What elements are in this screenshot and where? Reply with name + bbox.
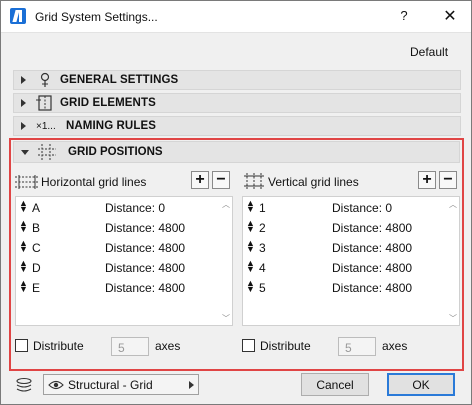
add-horizontal-line-button[interactable]: + [191, 171, 209, 189]
scroll-up-arrow-icon[interactable]: ︿ [221, 199, 231, 209]
horizontal-grid-lines-column: Horizontal grid lines + − ▲ ▼ A Distance:… [15, 170, 233, 357]
distribute-label: Distribute [260, 339, 311, 353]
grid-line-name: 4 [259, 261, 266, 275]
vertical-grid-lines-title: Vertical grid lines [268, 175, 359, 189]
list-item[interactable]: ▲ ▼ 5 Distance: 4800 [243, 277, 447, 297]
list-item[interactable]: ▲ ▼ 1 Distance: 0 [243, 197, 447, 217]
section-naming-rules[interactable]: ×1... NAMING RULES [13, 116, 461, 136]
grid-line-distance[interactable]: Distance: 4800 [105, 281, 185, 295]
reorder-handle-icon[interactable]: ▲ ▼ [246, 279, 255, 294]
scroll-down-arrow-icon[interactable]: ﹀ [221, 313, 231, 323]
distribute-label: Distribute [33, 339, 84, 353]
horizontal-grid-lines-list[interactable]: ▲ ▼ A Distance: 0 ▲ ▼ B Distance: 4800 ▲ ▼ … [15, 196, 233, 326]
grid-line-name: 5 [259, 281, 266, 295]
chevron-down-icon[interactable] [21, 150, 29, 155]
vertical-grid-icon [244, 173, 264, 189]
axes-count-field[interactable]: 5 [338, 337, 376, 356]
section-grid-elements[interactable]: GRID ELEMENTS [13, 93, 461, 113]
axes-count-field[interactable]: 5 [111, 337, 149, 356]
title-bar: Grid System Settings... ? ✕ [1, 1, 471, 33]
grid-line-distance[interactable]: Distance: 0 [105, 201, 165, 215]
section-label: GRID POSITIONS [68, 146, 163, 158]
horizontal-grid-icon [15, 175, 39, 189]
reorder-handle-icon[interactable]: ▲ ▼ [19, 199, 28, 214]
location-pin-icon [40, 72, 50, 87]
grid-line-name: E [32, 281, 41, 295]
cancel-button[interactable]: Cancel [301, 373, 369, 396]
section-label: NAMING RULES [66, 120, 157, 132]
reorder-handle-icon[interactable]: ▲ ▼ [246, 219, 255, 234]
section-label: GENERAL SETTINGS [60, 74, 179, 86]
chevron-right-icon [189, 381, 194, 389]
list-item[interactable]: ▲ ▼ 2 Distance: 4800 [243, 217, 447, 237]
grid-line-name: 2 [259, 221, 266, 235]
grid-elements-icon [36, 95, 52, 111]
vertical-grid-lines-column: Vertical grid lines + − ▲ ▼ 1 Distance: 0… [242, 170, 460, 357]
grid-line-name: 3 [259, 241, 266, 255]
grid-line-distance[interactable]: Distance: 4800 [105, 241, 185, 255]
grid-line-distance[interactable]: Distance: 4800 [105, 221, 185, 235]
reorder-handle-icon[interactable]: ▲ ▼ [19, 219, 28, 234]
layer-dropdown[interactable]: Structural - Grid [43, 374, 199, 395]
list-item[interactable]: ▲ ▼ 4 Distance: 4800 [243, 257, 447, 277]
grid-line-name: C [32, 241, 41, 255]
list-item[interactable]: ▲ ▼ C Distance: 4800 [16, 237, 220, 257]
grid-line-name: 1 [259, 201, 266, 215]
axes-label: axes [382, 339, 408, 353]
section-grid-positions[interactable]: GRID POSITIONS [13, 141, 460, 163]
reorder-handle-icon[interactable]: ▲ ▼ [246, 259, 255, 274]
list-item[interactable]: ▲ ▼ E Distance: 4800 [16, 277, 220, 297]
axes-label: axes [155, 339, 181, 353]
ok-button[interactable]: OK [387, 373, 455, 396]
horizontal-grid-lines-title: Horizontal grid lines [41, 175, 147, 189]
reorder-handle-icon[interactable]: ▲ ▼ [19, 259, 28, 274]
vertical-grid-lines-list[interactable]: ▲ ▼ 1 Distance: 0 ▲ ▼ 2 Distance: 4800 ▲ ▼ … [242, 196, 460, 326]
grid-line-distance[interactable]: Distance: 4800 [332, 221, 412, 235]
grid-line-distance[interactable]: Distance: 4800 [332, 241, 412, 255]
grid-positions-icon [38, 144, 56, 160]
layers-icon[interactable] [15, 377, 33, 393]
dialog-title: Grid System Settings... [35, 10, 158, 24]
remove-vertical-line-button[interactable]: − [439, 171, 457, 189]
close-button[interactable]: ✕ [437, 6, 463, 28]
scroll-up-arrow-icon[interactable]: ︿ [448, 199, 458, 209]
eye-icon [48, 380, 64, 390]
default-favorites-label[interactable]: Default [410, 45, 448, 59]
archicad-app-icon [10, 8, 26, 24]
list-item[interactable]: ▲ ▼ A Distance: 0 [16, 197, 220, 217]
list-item[interactable]: ▲ ▼ 3 Distance: 4800 [243, 237, 447, 257]
grid-line-distance[interactable]: Distance: 4800 [332, 261, 412, 275]
grid-line-distance[interactable]: Distance: 4800 [105, 261, 185, 275]
horizontal-distribute-row: Distribute 5 axes [15, 337, 233, 357]
naming-rules-icon: ×1... [36, 121, 56, 132]
list-item[interactable]: ▲ ▼ B Distance: 4800 [16, 217, 220, 237]
distribute-checkbox[interactable] [15, 339, 28, 352]
section-general-settings[interactable]: GENERAL SETTINGS [13, 70, 461, 90]
reorder-handle-icon[interactable]: ▲ ▼ [19, 239, 28, 254]
chevron-right-icon[interactable] [21, 99, 26, 107]
reorder-handle-icon[interactable]: ▲ ▼ [246, 239, 255, 254]
grid-line-distance[interactable]: Distance: 4800 [332, 281, 412, 295]
section-label: GRID ELEMENTS [60, 97, 156, 109]
add-vertical-line-button[interactable]: + [418, 171, 436, 189]
grid-line-name: A [32, 201, 41, 215]
chevron-right-icon[interactable] [21, 76, 26, 84]
grid-line-name: B [32, 221, 41, 235]
chevron-right-icon[interactable] [21, 122, 26, 130]
grid-line-distance[interactable]: Distance: 0 [332, 201, 392, 215]
list-item[interactable]: ▲ ▼ D Distance: 4800 [16, 257, 220, 277]
remove-horizontal-line-button[interactable]: − [212, 171, 230, 189]
layer-dropdown-value: Structural - Grid [68, 378, 153, 392]
reorder-handle-icon[interactable]: ▲ ▼ [19, 279, 28, 294]
grid-positions-panel: GRID POSITIONS Horizontal grid lines + −… [9, 138, 464, 371]
scroll-down-arrow-icon[interactable]: ﹀ [448, 313, 458, 323]
grid-line-name: D [32, 261, 41, 275]
help-button[interactable]: ? [394, 8, 414, 26]
grid-system-settings-dialog: Grid System Settings... ? ✕ Default GENE… [0, 0, 472, 405]
distribute-checkbox[interactable] [242, 339, 255, 352]
reorder-handle-icon[interactable]: ▲ ▼ [246, 199, 255, 214]
vertical-distribute-row: Distribute 5 axes [242, 337, 460, 357]
